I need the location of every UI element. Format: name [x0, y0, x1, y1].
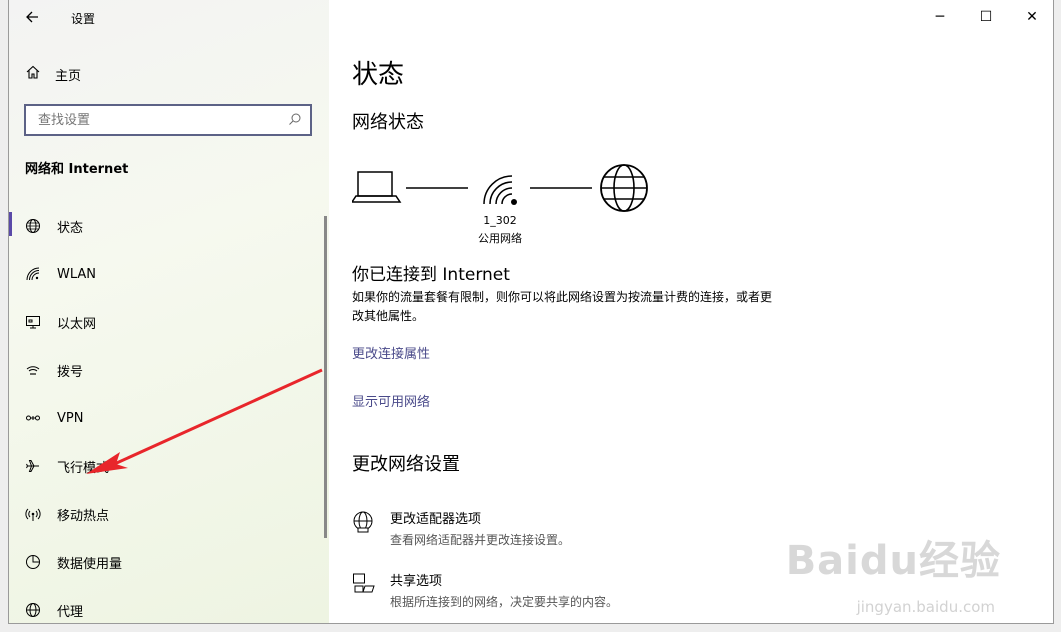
sidebar-item-label: 状态: [57, 220, 84, 236]
home-icon: [25, 64, 41, 84]
title-bar: 设置: [9, 0, 329, 36]
sidebar-item-label: WLAN: [57, 266, 97, 282]
search-input[interactable]: [36, 106, 280, 134]
sidebar-item-status[interactable]: 状态: [25, 214, 83, 238]
vpn-icon: [25, 410, 41, 426]
sidebar-item-wlan[interactable]: WLAN: [25, 262, 96, 286]
network-diagram-graphic: [350, 164, 648, 212]
network-diagram: 1_302 公用网络: [350, 160, 672, 250]
app-title: 设置: [71, 12, 96, 26]
sidebar-item-airplane-mode[interactable]: 飞行模式: [25, 454, 109, 478]
sidebar-item-label: 以太网: [57, 316, 97, 332]
network-status-heading: 网络状态: [352, 112, 424, 133]
back-arrow-icon[interactable]: [19, 6, 45, 28]
page-title: 状态: [352, 60, 405, 90]
proxy-globe-icon: [25, 602, 41, 618]
sidebar-item-label: 移动热点: [57, 508, 110, 524]
sidebar-item-label: 飞行模式: [57, 460, 110, 476]
change-network-settings-heading: 更改网络设置: [352, 454, 460, 475]
data-usage-icon: [25, 554, 41, 570]
wifi-icon: [25, 266, 41, 282]
search-box[interactable]: [24, 104, 312, 136]
selected-indicator: [9, 212, 12, 236]
change-connection-properties-link[interactable]: 更改连接属性: [352, 343, 430, 362]
sharing-options[interactable]: 共享选项 根据所连接到的网络，决定要共享的内容。: [352, 570, 618, 610]
watermark-url: jingyan.baidu.com: [856, 598, 995, 616]
sidebar-item-home[interactable]: 主页: [25, 64, 81, 84]
home-label: 主页: [55, 68, 82, 84]
show-available-networks-link[interactable]: 显示可用网络: [352, 391, 430, 410]
globe-icon: [25, 218, 41, 234]
hotspot-icon: [25, 506, 41, 522]
sidebar: 设置 主页 网络和 Internet 状态 WLAN: [9, 0, 329, 623]
network-type: 公用网络: [478, 232, 522, 245]
airplane-icon: [25, 458, 41, 474]
sidebar-item-label: 代理: [57, 604, 84, 620]
internet-globe-icon: [600, 164, 648, 212]
adapter-globe-icon: [352, 510, 376, 534]
network-name: 1_302: [483, 214, 517, 227]
option-title: 更改适配器选项: [390, 512, 482, 527]
sidebar-item-vpn[interactable]: VPN: [25, 406, 83, 430]
connection-description: 如果你的流量套餐有限制，则你可以将此网络设置为按流量计费的连接，或者更改其他属性…: [352, 290, 773, 323]
option-subtitle: 查看网络适配器并更改连接设置。: [390, 533, 571, 547]
dialup-icon: [25, 362, 41, 378]
sharing-icon: [352, 572, 376, 596]
laptop-icon: [350, 171, 402, 203]
option-subtitle: 根据所连接到的网络，决定要共享的内容。: [390, 595, 619, 609]
sidebar-item-label: VPN: [57, 410, 84, 426]
section-title: 网络和 Internet: [25, 162, 129, 177]
sidebar-item-hotspot[interactable]: 移动热点: [25, 502, 109, 526]
sidebar-item-ethernet[interactable]: 以太网: [25, 310, 96, 334]
wifi-signal-icon: [483, 175, 517, 205]
sidebar-item-label: 数据使用量: [57, 556, 123, 572]
search-icon[interactable]: [288, 112, 302, 129]
sidebar-item-dialup[interactable]: 拨号: [25, 358, 83, 382]
sidebar-scrollbar[interactable]: [324, 216, 327, 538]
option-title: 共享选项: [390, 574, 443, 589]
connection-status-title: 你已连接到 Internet: [352, 265, 510, 285]
watermark-logo: Baidu经验: [785, 538, 1001, 584]
sidebar-item-data-usage[interactable]: 数据使用量: [25, 550, 122, 574]
sidebar-item-label: 拨号: [57, 364, 84, 380]
sidebar-item-proxy[interactable]: 代理: [25, 598, 83, 622]
ethernet-icon: [25, 314, 41, 330]
adapter-options[interactable]: 更改适配器选项 查看网络适配器并更改连接设置。: [352, 508, 570, 548]
